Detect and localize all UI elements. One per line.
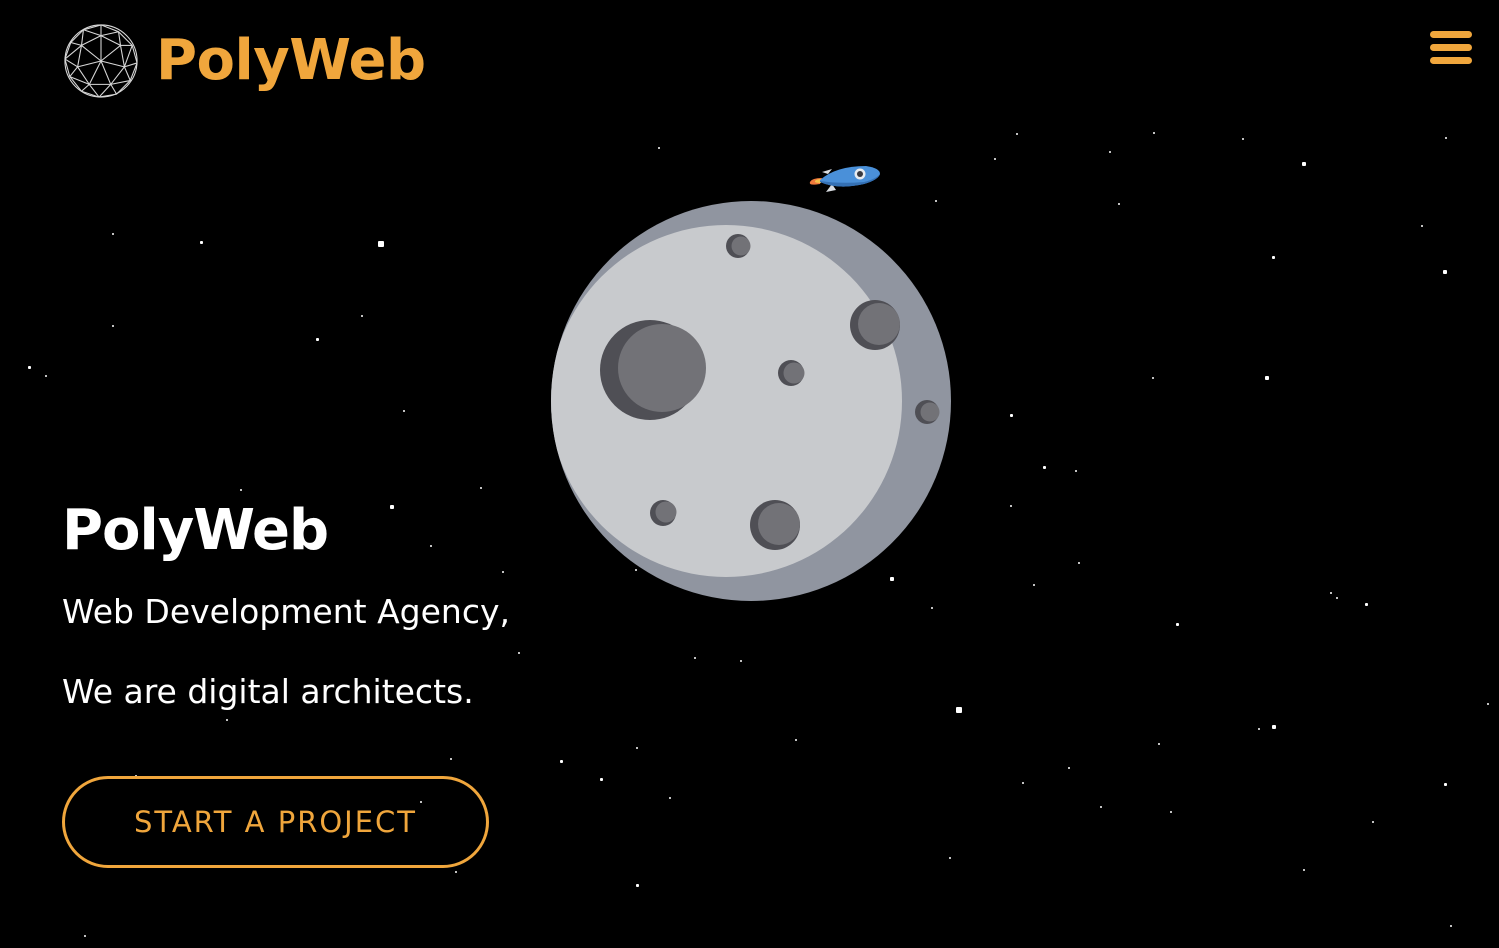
- star: [480, 487, 482, 489]
- star: [600, 778, 603, 781]
- star: [1265, 376, 1269, 380]
- star: [1016, 133, 1018, 135]
- star: [112, 325, 114, 327]
- star: [1258, 728, 1260, 730]
- star: [1010, 505, 1012, 507]
- star: [658, 147, 660, 149]
- star: [1033, 584, 1035, 586]
- star: [956, 707, 962, 713]
- star: [1078, 562, 1080, 564]
- star: [430, 545, 432, 547]
- star: [1170, 811, 1172, 813]
- landing-page: PolyWeb PolyWeb Web Development Agency, …: [0, 0, 1499, 948]
- star: [378, 241, 384, 247]
- star: [740, 660, 742, 662]
- star: [1075, 470, 1077, 472]
- star: [1022, 782, 1024, 784]
- star: [390, 505, 394, 509]
- star: [636, 884, 639, 887]
- star: [560, 760, 563, 763]
- star: [518, 652, 520, 654]
- star: [1421, 225, 1423, 227]
- star: [1330, 592, 1332, 594]
- moon-illustration: [551, 201, 951, 601]
- logo-link[interactable]: PolyWeb: [62, 22, 426, 100]
- star: [949, 857, 951, 859]
- star: [1176, 623, 1179, 626]
- star: [1043, 466, 1046, 469]
- hero-tagline: Web Development Agency,: [62, 592, 510, 631]
- menu-bar: [1430, 56, 1472, 64]
- star: [1068, 767, 1070, 769]
- logo-text: PolyWeb: [156, 28, 426, 93]
- star: [1242, 138, 1244, 140]
- star: [1336, 597, 1338, 599]
- star: [84, 935, 86, 937]
- star: [1272, 256, 1275, 259]
- star: [28, 366, 31, 369]
- menu-bar: [1430, 30, 1472, 38]
- star: [1100, 806, 1102, 808]
- star: [1153, 132, 1155, 134]
- star: [669, 797, 671, 799]
- star: [455, 871, 457, 873]
- menu-bar: [1430, 43, 1472, 51]
- hero-subtagline: We are digital architects.: [62, 672, 474, 711]
- star: [45, 375, 47, 377]
- hamburger-menu-button[interactable]: [1430, 30, 1476, 70]
- star: [1010, 414, 1013, 417]
- star: [931, 607, 933, 609]
- star: [694, 657, 696, 659]
- star: [1444, 783, 1447, 786]
- star: [1118, 203, 1120, 205]
- star: [200, 241, 203, 244]
- star: [403, 410, 405, 412]
- star: [1372, 821, 1374, 823]
- star: [1445, 137, 1447, 139]
- start-project-button[interactable]: START A PROJECT: [62, 776, 489, 868]
- star: [240, 489, 242, 491]
- star: [1109, 151, 1111, 153]
- star: [1303, 869, 1305, 871]
- star: [1152, 377, 1154, 379]
- star: [994, 158, 996, 160]
- site-header: PolyWeb: [0, 0, 1499, 120]
- geodesic-sphere-icon: [64, 24, 138, 98]
- star: [795, 739, 797, 741]
- star: [112, 233, 114, 235]
- star: [1302, 162, 1306, 166]
- star: [1365, 603, 1368, 606]
- star: [1443, 270, 1447, 274]
- star: [1272, 725, 1276, 729]
- star: [361, 315, 363, 317]
- star: [1158, 743, 1160, 745]
- star: [316, 338, 319, 341]
- rocket-icon: [809, 166, 880, 192]
- star: [502, 571, 504, 573]
- star: [1487, 703, 1489, 705]
- star: [636, 747, 638, 749]
- star: [450, 758, 452, 760]
- star: [1450, 925, 1452, 927]
- star: [226, 719, 228, 721]
- hero-title: PolyWeb: [62, 498, 329, 563]
